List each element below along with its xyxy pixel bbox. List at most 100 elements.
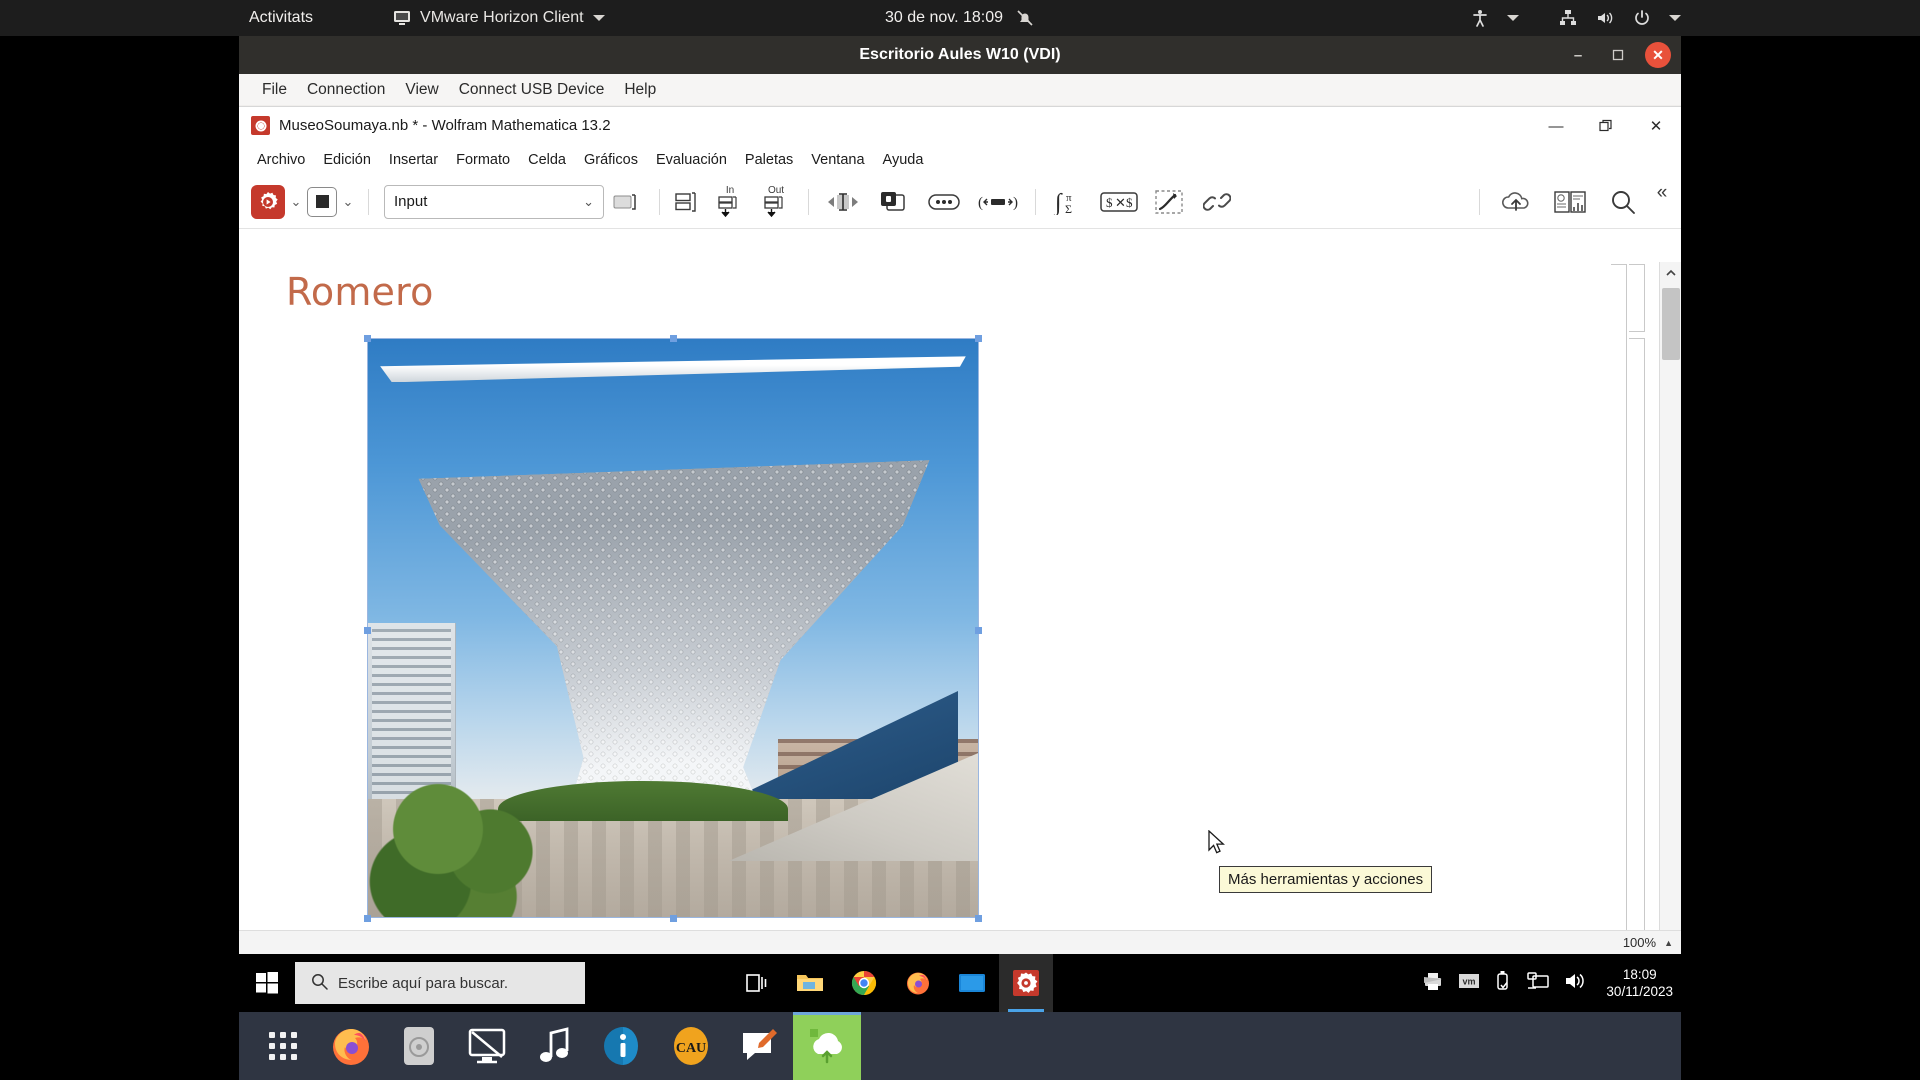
zoom-caret-up-icon[interactable]: ▲ xyxy=(1664,938,1673,948)
notebook-canvas[interactable]: Romero Más herramientas y acciones xyxy=(239,262,1647,955)
search-icon xyxy=(311,973,328,994)
file-explorer-icon[interactable] xyxy=(783,954,837,1012)
mathematica-menu-bar[interactable]: Archivo Edición Insertar Formato Celda G… xyxy=(239,145,1681,175)
firefox-icon[interactable] xyxy=(317,1012,385,1080)
collapse-inputs-icon[interactable]: In xyxy=(707,182,753,222)
remote-window-icon[interactable] xyxy=(945,954,999,1012)
cau-icon[interactable]: CAU xyxy=(657,1012,725,1080)
museo-soumaya-image[interactable] xyxy=(367,338,979,918)
freehand-draw-icon[interactable] xyxy=(1145,182,1193,222)
collapse-outputs-icon[interactable]: Out xyxy=(753,182,799,222)
link-icon[interactable] xyxy=(1193,182,1241,222)
taskbar-clock[interactable]: 18:09 30/11/2023 xyxy=(1606,966,1673,1000)
google-chrome-icon[interactable] xyxy=(837,954,891,1012)
selection-handle[interactable] xyxy=(975,915,982,922)
menu-evaluacion[interactable]: Evaluación xyxy=(647,149,736,171)
menu-insertar[interactable]: Insertar xyxy=(380,149,447,171)
show-applications-icon[interactable] xyxy=(249,1012,317,1080)
evaluate-dropdown-chevron-down-icon[interactable]: ⌄ xyxy=(285,187,307,217)
vmware-icon[interactable]: vm xyxy=(1458,972,1480,995)
music-icon[interactable] xyxy=(521,1012,589,1080)
zoom-level[interactable]: 100% xyxy=(1623,935,1656,950)
chevrons-left-icon[interactable]: « xyxy=(1649,182,1675,222)
feedback-icon[interactable] xyxy=(725,1012,793,1080)
notebook-image-cell[interactable] xyxy=(364,335,982,922)
menu-connection[interactable]: Connection xyxy=(297,78,395,102)
slider-icon[interactable]: () xyxy=(970,182,1026,222)
mathematica-icon[interactable] xyxy=(999,954,1053,1012)
app-menu-button[interactable]: VMware Horizon Client xyxy=(385,6,613,30)
disk-image-icon[interactable] xyxy=(385,1012,453,1080)
search-icon[interactable] xyxy=(1597,182,1649,222)
abort-dropdown-chevron-down-icon[interactable]: ⌄ xyxy=(337,187,359,217)
power-icon[interactable] xyxy=(1632,8,1652,28)
menu-paletas[interactable]: Paletas xyxy=(736,149,802,171)
ellipsis-icon[interactable] xyxy=(918,182,970,222)
volume-icon[interactable] xyxy=(1595,8,1615,28)
menu-help[interactable]: Help xyxy=(614,78,666,102)
scroll-up-button[interactable] xyxy=(1660,262,1681,284)
activities-button[interactable]: Activitats xyxy=(239,6,323,30)
selection-handle[interactable] xyxy=(364,915,371,922)
clock-area[interactable]: 30 de nov. 18:09 xyxy=(885,8,1035,28)
menu-file[interactable]: File xyxy=(252,78,297,102)
menu-ayuda[interactable]: Ayuda xyxy=(874,149,933,171)
selection-handle[interactable] xyxy=(670,915,677,922)
info-icon[interactable] xyxy=(589,1012,657,1080)
scrollbar-thumb[interactable] xyxy=(1662,288,1680,360)
printer-icon[interactable] xyxy=(1422,971,1444,996)
duplicate-icon[interactable] xyxy=(868,182,918,222)
documentation-book-icon[interactable] xyxy=(1543,182,1597,222)
vdi-window-controls[interactable]: – ✕ xyxy=(1565,36,1671,74)
restore-button[interactable] xyxy=(1581,107,1631,145)
close-button[interactable]: ✕ xyxy=(1645,42,1671,68)
maximize-button[interactable] xyxy=(1605,42,1631,68)
close-button[interactable]: ✕ xyxy=(1631,107,1681,145)
minimize-button[interactable]: – xyxy=(1565,42,1591,68)
notebook-scrollbar[interactable] xyxy=(1659,262,1681,955)
windows-search-box[interactable]: Escribe aquí para buscar. xyxy=(295,962,585,1004)
volume-icon[interactable] xyxy=(1564,971,1586,996)
cell-style-select[interactable]: Input ⌄ xyxy=(384,184,604,219)
screen: Activitats VMware Horizon Client 30 de n… xyxy=(0,0,1920,1080)
menu-formato[interactable]: Formato xyxy=(447,149,519,171)
mathematica-window-controls[interactable]: — ✕ xyxy=(1531,107,1681,145)
selection-handle[interactable] xyxy=(364,335,371,342)
menu-edicion[interactable]: Edición xyxy=(314,149,380,171)
menu-graficos[interactable]: Gráficos xyxy=(575,149,647,171)
abort-stop-icon[interactable] xyxy=(307,186,337,217)
vmware-horizon-icon[interactable] xyxy=(793,1012,861,1080)
integral-sigma-icon[interactable]: ∫ π Σ xyxy=(1045,182,1093,222)
menu-view[interactable]: View xyxy=(395,78,448,102)
selection-handle[interactable] xyxy=(670,335,677,342)
notebook-area[interactable]: Romero Más herramientas y acciones xyxy=(239,262,1681,955)
chevron-down-icon[interactable] xyxy=(1507,15,1519,21)
menu-celda[interactable]: Celda xyxy=(519,149,575,171)
evaluate-run-icon[interactable] xyxy=(251,184,285,219)
system-tray[interactable]: vm 18:09 30/11/2023 xyxy=(1422,966,1673,1000)
network-wired-icon[interactable] xyxy=(1558,8,1578,28)
minimize-button[interactable]: — xyxy=(1531,107,1581,145)
cloud-upload-icon[interactable] xyxy=(1489,182,1543,222)
selection-handle[interactable] xyxy=(975,335,982,342)
selection-handle[interactable] xyxy=(364,627,371,634)
cell-bracket-icon[interactable] xyxy=(604,182,650,222)
dollar-x-dollar-icon[interactable]: $ ✕ $ xyxy=(1093,182,1145,222)
selection-handle[interactable] xyxy=(975,627,982,634)
menu-connect-usb-device[interactable]: Connect USB Device xyxy=(449,78,615,102)
group-cells-icon[interactable] xyxy=(669,182,707,222)
network-icon[interactable] xyxy=(1526,971,1550,996)
menu-ventana[interactable]: Ventana xyxy=(802,149,873,171)
more-tools-icon[interactable] xyxy=(818,182,868,222)
monitor-icon xyxy=(393,10,411,26)
windows-start-button[interactable] xyxy=(239,954,295,1012)
display-settings-icon[interactable] xyxy=(453,1012,521,1080)
accessibility-icon[interactable] xyxy=(1470,8,1490,28)
chevron-down-icon[interactable] xyxy=(1669,15,1681,21)
vdi-menu-bar[interactable]: File Connection View Connect USB Device … xyxy=(239,74,1681,106)
firefox-icon[interactable] xyxy=(891,954,945,1012)
menu-archivo[interactable]: Archivo xyxy=(248,149,314,171)
task-view-icon[interactable] xyxy=(729,954,783,1012)
usb-icon[interactable] xyxy=(1494,970,1512,997)
system-indicators[interactable] xyxy=(1470,8,1681,28)
